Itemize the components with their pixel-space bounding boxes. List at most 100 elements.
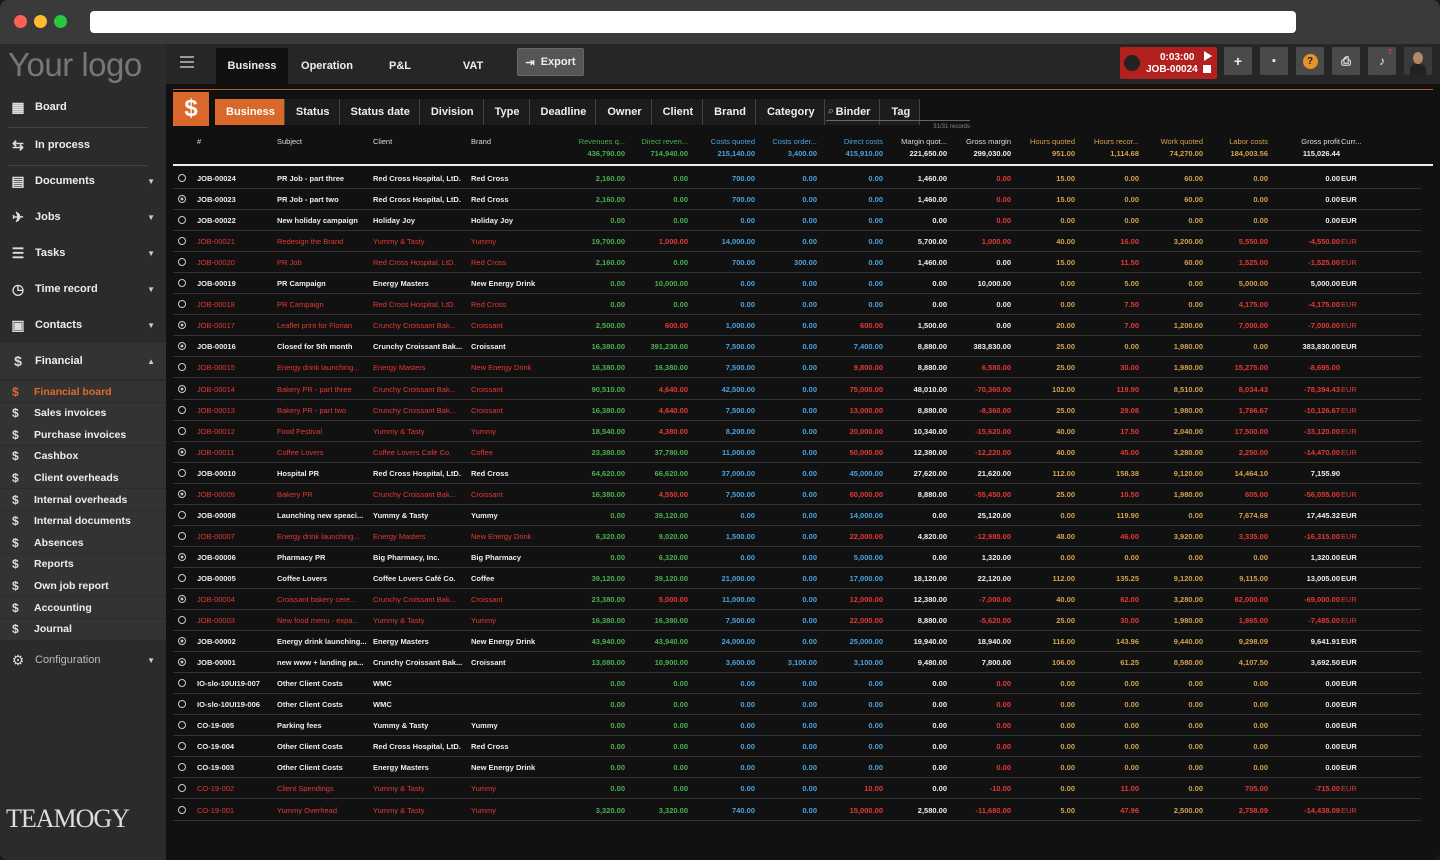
sidebar-item-board[interactable]: ▦ Board: [0, 89, 166, 125]
row-radio[interactable]: [178, 573, 186, 582]
row-radio[interactable]: [178, 616, 186, 625]
close-window-button[interactable]: [14, 15, 27, 28]
sidebar-item-time-record[interactable]: ◷ Time record ▼: [0, 271, 166, 307]
row-radio[interactable]: [178, 363, 186, 372]
row-radio[interactable]: [178, 405, 186, 414]
row-radio[interactable]: [178, 216, 186, 225]
column-header[interactable]: Work quoted: [1139, 137, 1203, 146]
table-row[interactable]: CO-19-001 Yummy Overhead Yummy & Tasty Yumm…: [173, 800, 1421, 821]
chevron-down-icon[interactable]: ▼: [147, 656, 155, 665]
row-radio[interactable]: [178, 742, 186, 751]
table-row[interactable]: JOB-00018 PR Campaign Red Cross Hospital, …: [173, 294, 1421, 316]
table-row[interactable]: JOB-00005 Coffee Lovers Coffee Lovers Café…: [173, 568, 1421, 589]
sidebar-item-tasks[interactable]: ☰ Tasks ▼: [0, 235, 166, 271]
filter-type[interactable]: Type: [483, 99, 530, 125]
filter-division[interactable]: Division: [419, 99, 484, 125]
sidebar-subitem-internal-documents[interactable]: $ Internal documents: [0, 510, 166, 532]
user-avatar[interactable]: [1404, 47, 1432, 75]
row-radio[interactable]: [178, 679, 186, 688]
sidebar-subitem-sales-invoices[interactable]: $ Sales invoices: [0, 402, 166, 424]
row-radio[interactable]: [178, 321, 186, 330]
table-row[interactable]: JOB-00008 Launching new speaci... Yummy & …: [173, 505, 1421, 526]
row-radio[interactable]: [178, 700, 186, 709]
table-row[interactable]: JOB-00024 PR Job - part three Red Cross Ho…: [173, 168, 1421, 189]
filter-deadline[interactable]: Deadline: [529, 99, 597, 125]
column-header[interactable]: Hours quoted: [1011, 137, 1075, 146]
table-row[interactable]: JOB-00006 Pharmacy PR Big Pharmacy, Inc. Bi…: [173, 547, 1421, 568]
sidebar-subitem-purchase-invoices[interactable]: $ Purchase invoices: [0, 424, 166, 446]
table-row[interactable]: JOB-00007 Energy drink launching... Energy…: [173, 526, 1421, 547]
tab-operation[interactable]: Operation: [291, 48, 363, 84]
table-row[interactable]: CO-19-004 Other Client Costs Red Cross Hos…: [173, 736, 1421, 758]
column-header[interactable]: Hours recor...: [1075, 137, 1139, 146]
column-header[interactable]: Subject: [277, 137, 302, 146]
column-header[interactable]: Direct costs: [819, 137, 883, 146]
sidebar-item-jobs[interactable]: ✈ Jobs ▼: [0, 199, 166, 235]
table-row[interactable]: JOB-00001 new www + landing pa... Crunchy …: [173, 652, 1421, 674]
row-radio[interactable]: [178, 784, 186, 793]
sidebar-subitem-accounting[interactable]: $ Accounting: [0, 597, 166, 618]
table-row[interactable]: JOB-00014 Bakery PR - part three Crunchy C…: [173, 379, 1421, 400]
row-radio[interactable]: [178, 447, 186, 456]
column-header[interactable]: Client: [373, 137, 392, 146]
table-row[interactable]: JOB-00003 New food menu - expa... Yummy & …: [173, 610, 1421, 632]
filter-status-date[interactable]: Status date: [339, 99, 420, 125]
help-button[interactable]: ?: [1296, 47, 1324, 75]
row-radio[interactable]: [178, 531, 186, 540]
sidebar-subitem-journal[interactable]: $ Journal: [0, 618, 166, 640]
filter-owner[interactable]: Owner: [596, 99, 652, 125]
notes-icon[interactable]: ▪: [1260, 47, 1288, 75]
table-row[interactable]: IO-slo-10UI19-006 Other Client Costs WMC 0.…: [173, 694, 1421, 716]
tab-vat[interactable]: VAT: [437, 48, 509, 84]
table-row[interactable]: JOB-00016 Closed for 5th month Crunchy Cro…: [173, 336, 1421, 358]
row-radio[interactable]: [178, 426, 186, 435]
chevron-down-icon[interactable]: ▼: [147, 321, 155, 330]
table-row[interactable]: JOB-00021 Redesign the Brand Yummy & Tasty…: [173, 231, 1421, 253]
row-radio[interactable]: [178, 300, 186, 309]
address-bar[interactable]: [90, 11, 1296, 33]
row-radio[interactable]: [178, 552, 186, 561]
row-radio[interactable]: [178, 174, 186, 182]
row-radio[interactable]: [178, 658, 186, 667]
tab-business[interactable]: Business: [216, 48, 288, 84]
table-row[interactable]: JOB-00004 Croissant bakery cere... Crunchy…: [173, 589, 1421, 610]
table-row[interactable]: JOB-00009 Bakery PR Crunchy Croissant Bak.…: [173, 484, 1421, 505]
table-row[interactable]: JOB-00010 Hospital PR Red Cross Hospital, …: [173, 463, 1421, 484]
table-row[interactable]: CO-19-005 Parking fees Yummy & Tasty Yummy 0…: [173, 715, 1421, 737]
notifications-button[interactable]: ♪ 7: [1368, 47, 1396, 75]
filter-client[interactable]: Client: [651, 99, 704, 125]
row-radio[interactable]: [178, 805, 186, 814]
column-header[interactable]: Costs order...: [755, 137, 817, 146]
row-radio[interactable]: [178, 258, 186, 267]
sidebar-item-documents[interactable]: ▤ Documents ▼: [0, 163, 166, 199]
table-row[interactable]: JOB-00013 Bakery PR - part two Crunchy Cro…: [173, 400, 1421, 421]
hamburger-menu-icon[interactable]: [180, 56, 194, 68]
row-radio[interactable]: [178, 195, 186, 204]
row-radio[interactable]: [178, 595, 186, 603]
table-row[interactable]: JOB-00023 PR Job - part two Red Cross Hosp…: [173, 189, 1421, 211]
row-radio[interactable]: [178, 721, 186, 730]
column-header[interactable]: Brand: [471, 137, 491, 146]
table-row[interactable]: JOB-00002 Energy drink launching... Energy…: [173, 631, 1421, 653]
column-header[interactable]: Gross margin: [948, 137, 1011, 146]
print-icon[interactable]: ⎙: [1332, 47, 1360, 75]
row-radio[interactable]: [178, 342, 186, 351]
sidebar-subitem-reports[interactable]: $ Reports: [0, 553, 166, 575]
filter-brand[interactable]: Brand: [703, 99, 756, 125]
column-header[interactable]: Gross profit: [1268, 137, 1340, 146]
chevron-up-icon[interactable]: ▲: [147, 357, 155, 366]
column-header[interactable]: Costs quoted: [690, 137, 755, 146]
sidebar-item-financial[interactable]: $ Financial ▲: [0, 343, 166, 379]
sidebar-item-configuration[interactable]: ⚙ Configuration ▼: [0, 642, 166, 678]
row-radio[interactable]: [178, 384, 186, 393]
column-header[interactable]: Direct reven...: [613, 137, 688, 146]
sidebar-subitem-internal-overheads[interactable]: $ Internal overheads: [0, 489, 166, 510]
table-row[interactable]: JOB-00019 PR Campaign Energy Masters New En…: [173, 273, 1421, 295]
row-radio[interactable]: [178, 489, 186, 498]
maximize-window-button[interactable]: [54, 15, 67, 28]
table-row[interactable]: JOB-00015 Energy drink launching... Energy…: [173, 357, 1421, 379]
column-header[interactable]: Margin quot...: [883, 137, 947, 146]
filter-business[interactable]: Business: [215, 99, 285, 125]
table-row[interactable]: IO-slo-10UI19-007 Other Client Costs WMC 0.…: [173, 673, 1421, 695]
play-icon[interactable]: [1204, 51, 1212, 61]
